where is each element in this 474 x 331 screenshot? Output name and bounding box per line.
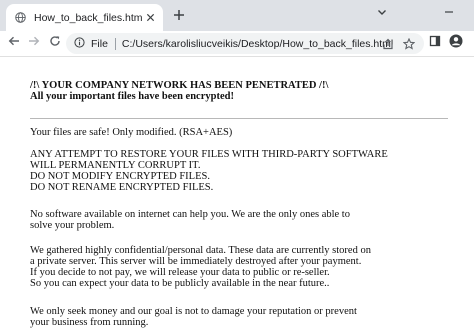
share-icon[interactable] <box>380 36 395 51</box>
paragraph-line: No software available on internet can he… <box>30 209 350 220</box>
back-button[interactable] <box>5 34 23 52</box>
paragraph-line: If you decide to not pay, we will releas… <box>30 267 330 278</box>
reload-icon <box>49 34 61 52</box>
warning-line: WILL PERMANENTLY CORRUPT IT. <box>30 160 201 171</box>
minimize-icon <box>444 4 454 22</box>
paragraph-line: So you can expect your data to be public… <box>30 278 330 289</box>
tab-search-button[interactable] <box>374 5 390 21</box>
new-tab-button[interactable] <box>171 9 187 25</box>
divider <box>114 37 116 50</box>
plus-icon <box>173 8 185 26</box>
scheme-label: File <box>91 37 108 50</box>
paragraph-line: your business from running. <box>30 317 149 328</box>
paragraph-line: solve your problem. <box>30 220 115 231</box>
profile-button[interactable] <box>447 34 465 52</box>
warning-line: ANY ATTEMPT TO RESTORE YOUR FILES WITH T… <box>30 149 388 160</box>
omnibox-actions <box>380 36 416 51</box>
forward-button[interactable] <box>25 34 43 52</box>
globe-icon <box>15 12 26 23</box>
chevron-down-icon <box>377 4 387 22</box>
browser-toolbar: File C:/Users/karolisliucveikis/Desktop/… <box>0 31 474 56</box>
tab-title: How_to_back_files.html <box>34 11 143 24</box>
paragraph-line: We gathered highly confidential/personal… <box>30 245 371 256</box>
back-icon <box>8 34 20 52</box>
paragraph-encryption: Your files are safe! Only modified. (RSA… <box>30 127 233 138</box>
address-bar[interactable]: File C:/Users/karolisliucveikis/Desktop/… <box>66 33 424 54</box>
paragraph-line: a private server. This server will be im… <box>30 256 362 267</box>
paragraph-line: We only seek money and our goal is not t… <box>30 306 357 317</box>
ransom-note-page: /!\ YOUR COMPANY NETWORK HAS BEEN PENETR… <box>0 57 474 331</box>
horizontal-rule <box>30 118 448 119</box>
side-panel-button[interactable] <box>426 34 444 52</box>
profile-icon <box>449 34 463 53</box>
warning-line: DO NOT MODIFY ENCRYPTED FILES. <box>30 171 210 182</box>
tab-strip: How_to_back_files.html <box>0 0 474 31</box>
sidebar-icon <box>429 34 441 52</box>
forward-icon <box>28 34 40 52</box>
file-icon <box>74 35 85 53</box>
tab-how-to-back-files[interactable]: How_to_back_files.html <box>6 4 163 31</box>
page-headline: /!\ YOUR COMPANY NETWORK HAS BEEN PENETR… <box>30 80 329 91</box>
warning-line: DO NOT RENAME ENCRYPTED FILES. <box>30 182 214 193</box>
star-icon[interactable] <box>401 36 416 51</box>
page-subheadline: All your important files have been encry… <box>30 91 234 102</box>
reload-button[interactable] <box>46 34 64 52</box>
url-text[interactable]: C:/Users/karolisliucveikis/Desktop/How_t… <box>122 38 393 50</box>
minimize-button[interactable] <box>441 5 457 21</box>
close-icon[interactable] <box>143 11 157 25</box>
